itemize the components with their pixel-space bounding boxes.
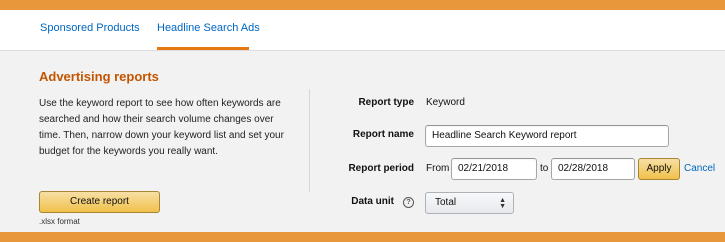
data-unit-label: Data unit (351, 196, 394, 207)
top-accent-bar (0, 0, 725, 10)
bottom-accent-bar (0, 232, 725, 242)
report-type-label: Report type (358, 97, 414, 108)
panel-description: Use the keyword report to see how often … (39, 98, 284, 157)
question-circle-icon[interactable]: ? (403, 197, 414, 208)
to-label: to (540, 163, 549, 174)
advertising-reports-panel: Advertising reports Use the keyword repo… (0, 51, 725, 232)
tab-headline-search-ads[interactable]: Headline Search Ads (157, 22, 260, 34)
tab-bar: Sponsored Products Headline Search Ads (0, 10, 725, 51)
data-unit-selected-value: Total (435, 197, 457, 208)
report-name-label: Report name (352, 129, 414, 140)
from-label: From (426, 163, 450, 174)
report-period-label: Report period (348, 163, 414, 174)
report-name-input[interactable]: Headline Search Keyword report (425, 125, 669, 147)
tab-sponsored-products[interactable]: Sponsored Products (40, 22, 140, 34)
format-note: .xlsx format (39, 217, 80, 226)
apply-button[interactable]: Apply (638, 158, 680, 180)
active-tab-indicator (157, 47, 249, 50)
report-page: Sponsored Products Headline Search Ads A… (0, 0, 725, 242)
chevron-up-down-icon: ▲ ▼ (499, 197, 506, 210)
create-report-button[interactable]: Create report (39, 191, 160, 213)
from-date-input[interactable]: 02/21/2018 (451, 158, 537, 180)
report-type-value: Keyword (426, 97, 465, 108)
panel-title: Advertising reports (39, 69, 159, 84)
cancel-link[interactable]: Cancel (684, 163, 715, 174)
to-date-input[interactable]: 02/28/2018 (551, 158, 635, 180)
data-unit-select[interactable]: Total ▲ ▼ (425, 192, 514, 214)
